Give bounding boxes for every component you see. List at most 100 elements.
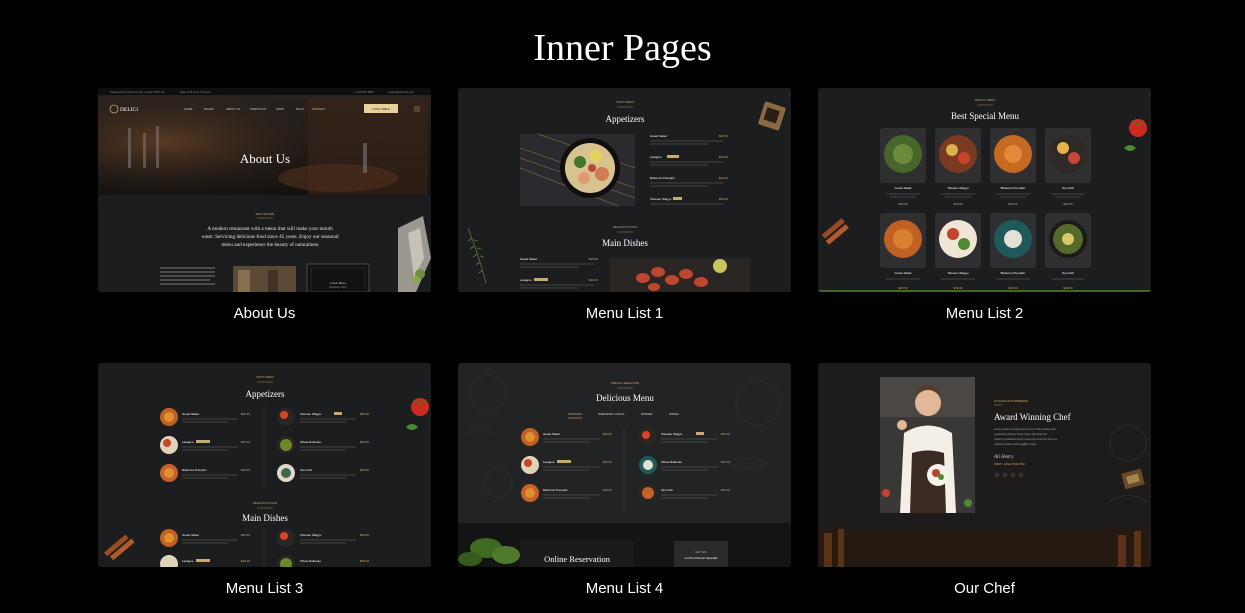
menu-item-name: Tokusen Wagyu xyxy=(300,412,322,416)
menu-item-name: Lasagne xyxy=(543,460,555,464)
card-about-us[interactable]: Restaurant St, Delicious City, London 95… xyxy=(98,88,431,323)
menu-list-2-thumbnail[interactable]: SPECIAL MENU Best Special Menu Greek Sal… xyxy=(818,88,1151,292)
menu-item-name: Butternut Pumpkin xyxy=(543,488,568,492)
menu-list-1-preview: TASTY MENU Appetizers Greek Salad $25.50 xyxy=(458,88,791,292)
find-table-button[interactable]: FIND A TABLE xyxy=(373,107,390,111)
menu-item-name: Butternut Pumpkin xyxy=(650,176,675,180)
menu-item-name: Greek Salad xyxy=(182,533,199,537)
menu-list-3-thumbnail[interactable]: TASTY MENU Appetizers Greek Salad $25.50 xyxy=(98,363,431,567)
nav-shop[interactable]: SHOP xyxy=(276,107,284,111)
lead-line: A modern restaurant with a menu that wil… xyxy=(207,226,333,232)
card-label[interactable]: Menu List 3 xyxy=(98,580,431,598)
menu-item-price: $10.00 xyxy=(1008,286,1018,290)
menu-item-name: Greek Salad xyxy=(895,186,912,190)
card-label[interactable]: Menu List 2 xyxy=(818,305,1151,323)
menu-item-name: Opu Fish xyxy=(300,468,313,472)
card-menu-list-1[interactable]: TASTY MENU Appetizers Greek Salad $25.50 xyxy=(458,88,791,323)
body-line: industry's standard dummy text ever sinc… xyxy=(994,437,1058,441)
menu-item-name: Tokusen Wagyu xyxy=(661,432,683,436)
section-kicker: SPECIAL MENU xyxy=(975,98,996,102)
nav-about[interactable]: ABOUT US xyxy=(226,107,240,111)
menu-item-price: $49.00 xyxy=(721,488,731,492)
menu-item-price: $10.00 xyxy=(241,468,251,472)
menu-item-price: $25.50 xyxy=(603,432,613,436)
card-menu-list-3[interactable]: TASTY MENU Appetizers Greek Salad $25.50 xyxy=(98,363,431,598)
menu-item-name: Butternut Pumpkin xyxy=(1001,271,1026,275)
menu-item-price: $49.00 xyxy=(1063,202,1073,206)
about-us-thumbnail[interactable]: Restaurant St, Delicious City, London 95… xyxy=(98,88,431,292)
our-chef-preview: 25 YEARS OF EXPERIENCE Award Winning Che… xyxy=(818,363,1151,567)
menu-item-name: Opu Fish xyxy=(1062,186,1075,190)
about-us-preview: Restaurant St, Delicious City, London 95… xyxy=(98,88,431,292)
box-label: Lunch Menu xyxy=(330,281,346,285)
box-label: Weekdays 12pm xyxy=(329,286,347,289)
promo-text: Lunch & Dinner Specials xyxy=(685,556,718,560)
menu-item-name: Butternut Pumpkin xyxy=(1001,186,1026,190)
menu-item-name: Tokusen Wagyu xyxy=(650,197,672,201)
menu-item-price: $10.00 xyxy=(1008,202,1018,206)
menu-list-3-preview: TASTY MENU Appetizers Greek Salad $25.50 xyxy=(98,363,431,567)
menu-item-price: $39.00 xyxy=(953,286,963,290)
menu-item-price: $25.50 xyxy=(898,202,908,206)
chef-role: HENRY - EXECUTIVE CHEF xyxy=(994,463,1026,466)
section-heading: Main Dishes xyxy=(242,513,288,523)
menu-item-name: Olivas Rellenas xyxy=(300,559,321,563)
nav-blog[interactable]: BLOG xyxy=(296,107,304,111)
menu-item-price: $25.50 xyxy=(898,286,908,290)
card-label[interactable]: Our Chef xyxy=(818,580,1151,598)
menu-item-name: Tokusen Wagyu xyxy=(947,186,969,190)
section-heading: Appetizers xyxy=(606,114,645,124)
nav-portfolio[interactable]: PORTFOLIO xyxy=(250,107,267,111)
menu-item-name: Lasagne xyxy=(520,278,532,282)
menu-item-price: $40.00 xyxy=(589,278,599,282)
card-menu-list-4[interactable]: SPECIAL SELECTION Delicious Menu MORNING… xyxy=(458,363,791,598)
nav-pages[interactable]: PAGES xyxy=(204,107,214,111)
body-line: typesetting industry lorem Ipsum has bee… xyxy=(994,432,1048,436)
section-kicker: DELICIOUS FOOD xyxy=(613,225,637,229)
hero-heading: About Us xyxy=(240,151,290,166)
menu-item-price: $49.00 xyxy=(1063,286,1073,290)
menu-item-price: $25.50 xyxy=(589,257,599,261)
card-menu-list-2[interactable]: SPECIAL MENU Best Special Menu Greek Sal… xyxy=(818,88,1151,323)
our-chef-thumbnail[interactable]: 25 YEARS OF EXPERIENCE Award Winning Che… xyxy=(818,363,1151,567)
tab-weekend-lunch[interactable]: WEEKEND LUNCH xyxy=(598,412,624,416)
menu-item-price: $25.50 xyxy=(241,533,251,537)
card-label[interactable]: About Us xyxy=(98,305,431,323)
menu-item-price: $25.00 xyxy=(360,559,370,563)
menu-item-name: Olivas Rellenas xyxy=(661,460,682,464)
menu-list-4-thumbnail[interactable]: SPECIAL SELECTION Delicious Menu MORNING… xyxy=(458,363,791,567)
lead-line: menu and experience the beauty of natura… xyxy=(221,241,318,248)
tab-dinner[interactable]: DINNER xyxy=(641,412,653,416)
menu-item-price: $25.00 xyxy=(721,460,731,464)
page-title: Inner Pages xyxy=(533,27,712,69)
menu-item-name: Butternut Pumpkin xyxy=(182,468,207,472)
tab-morning[interactable]: MORNING xyxy=(568,412,583,416)
menu-item-name: Greek Salad xyxy=(543,432,560,436)
brand-logo: DELICI xyxy=(120,107,138,113)
section-kicker: TASTY MENU xyxy=(616,100,634,104)
menu-item-price: $25.50 xyxy=(719,134,729,138)
card-our-chef[interactable]: 25 YEARS OF EXPERIENCE Award Winning Che… xyxy=(818,363,1151,598)
section-tagline: WHO WE ARE xyxy=(256,212,275,216)
svg-text:booking@domain.com: booking@domain.com xyxy=(388,90,414,94)
menu-item-name: Lasagne xyxy=(182,440,194,444)
menu-list-1-thumbnail[interactable]: TASTY MENU Appetizers Greek Salad $25.50 xyxy=(458,88,791,292)
menu-item-name: Opu Fish xyxy=(661,488,674,492)
menu-item-price: $40.00 xyxy=(241,559,251,563)
svg-text:+1 234 567 8900: +1 234 567 8900 xyxy=(354,90,374,94)
menu-item-name: Lasagne xyxy=(182,559,194,563)
section-kicker: 25 YEARS OF EXPERIENCE xyxy=(994,399,1028,403)
menu-item-price: $25.00 xyxy=(360,440,370,444)
svg-text:Daily: 8.00 am to 10.00 pm: Daily: 8.00 am to 10.00 pm xyxy=(180,90,211,94)
tab-wines[interactable]: WINES xyxy=(669,412,679,416)
card-label[interactable]: Menu List 1 xyxy=(458,305,791,323)
menu-list-4-preview: SPECIAL SELECTION Delicious Menu MORNING… xyxy=(458,363,791,567)
nav-contact[interactable]: CONTACT xyxy=(312,107,326,111)
body-line: Lorem ipsum is simply dummy text of the … xyxy=(994,427,1056,431)
card-label[interactable]: Menu List 4 xyxy=(458,580,791,598)
menu-item-name: Greek Salad xyxy=(182,412,199,416)
menu-item-name: Olivas Rellenas xyxy=(300,440,321,444)
nav-home[interactable]: HOME xyxy=(184,107,193,111)
menu-item-name: Greek Salad xyxy=(520,257,537,261)
reservation-heading: Online Reservation xyxy=(544,554,611,564)
